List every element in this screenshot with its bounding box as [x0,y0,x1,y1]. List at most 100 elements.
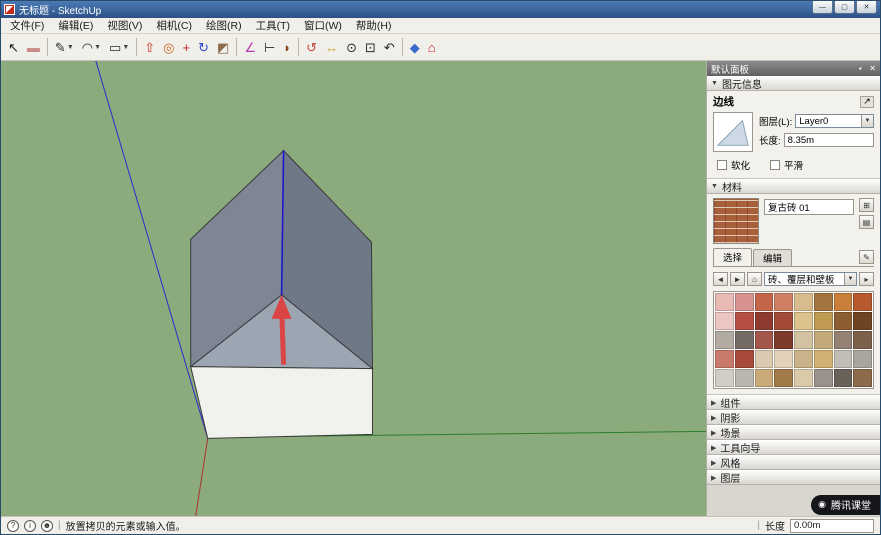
tray-header[interactable]: 默认面板 ▪ ✕ [707,61,880,76]
push-pull-tool[interactable]: ⇧ [141,36,158,58]
maximize-button[interactable]: ▢ [834,1,855,14]
panel-section-组件[interactable]: ▶ 组件 [707,395,880,410]
tab-edit[interactable]: 编辑 [753,249,793,266]
user-icon[interactable]: ☻ [41,519,53,532]
menu-item-3[interactable]: 视图(V) [100,17,149,34]
material-swatch-36[interactable] [774,369,793,387]
pan-tool[interactable]: ↔ [322,36,341,58]
offset-tool[interactable]: ◎ [160,36,177,58]
smooth-checkbox-box[interactable] [770,160,781,170]
panel-section-风格[interactable]: ▶ 风格 [707,455,880,470]
arc-dropdown-arrow[interactable]: ▼ [94,44,101,51]
rectangle-tool[interactable]: ▭ ▼ [106,36,132,58]
material-swatch-24[interactable] [853,331,872,349]
help-icon[interactable]: ? [7,519,19,532]
menu-item-8[interactable]: 帮助(H) [349,17,399,34]
back-button[interactable]: ◄ [713,272,728,286]
minimize-button[interactable]: — [812,1,833,14]
soften-checkbox[interactable]: 软化 [717,158,750,172]
material-swatch-38[interactable] [813,369,833,387]
sample-paint-button[interactable]: ✎ [859,250,874,264]
panel-section-场景[interactable]: ▶ 场景 [707,425,880,440]
smooth-checkbox[interactable]: 平滑 [770,158,803,172]
measurement-input[interactable]: 0.00m [790,518,874,533]
details-arrow-button[interactable]: ▸ [859,272,874,286]
home-button[interactable]: ⌂ [747,272,762,286]
material-swatch-31[interactable] [833,350,853,368]
dropdown-arrow-icon[interactable]: ▼ [844,273,856,285]
material-swatch-35[interactable] [754,369,774,387]
panel-section-图层[interactable]: ▶ 图层 [707,470,880,485]
tape-measure-tool[interactable]: ∠ [241,36,259,58]
scale-tool[interactable]: ◩ [214,36,232,58]
material-swatch-10[interactable] [734,312,754,330]
menu-item-4[interactable]: 相机(C) [149,17,199,34]
select-tool[interactable]: ↖ [5,36,22,58]
material-swatch-5[interactable] [794,293,813,311]
material-swatch-20[interactable] [774,331,793,349]
menu-item-1[interactable]: 文件(F) [3,17,51,34]
material-swatch-21[interactable] [794,331,813,349]
materials-header[interactable]: ▼ 材料 [707,179,880,194]
material-swatch-19[interactable] [754,331,774,349]
previous-view-tool[interactable]: ↶ [381,36,398,58]
material-swatch-18[interactable] [734,331,754,349]
length-value-field[interactable]: 8.35m [783,133,874,147]
material-swatch-33[interactable] [715,369,734,387]
arc-tool[interactable]: ◠ ▼ [79,36,104,58]
panel-section-工具向导[interactable]: ▶ 工具向导 [707,440,880,455]
material-swatch-26[interactable] [734,350,754,368]
tab-select[interactable]: 选择 [713,248,753,266]
close-button[interactable]: ✕ [856,1,877,14]
material-swatch-32[interactable] [853,350,872,368]
orbit-tool[interactable]: ↺ [303,36,320,58]
material-swatch-25[interactable] [715,350,734,368]
material-swatch-4[interactable] [774,293,793,311]
material-swatch-16[interactable] [853,312,872,330]
material-swatch-17[interactable] [715,331,734,349]
viewport-3d[interactable] [1,61,706,516]
material-swatch-34[interactable] [734,369,754,387]
move-tool[interactable]: + [180,36,194,58]
zoom-extents-tool[interactable]: ⊡ [362,36,379,58]
material-swatch-11[interactable] [754,312,774,330]
material-swatch-14[interactable] [813,312,833,330]
tray-close-icon[interactable]: ✕ [869,64,876,73]
model-info-tool[interactable]: ◆ [407,36,423,58]
dropdown-arrow-icon[interactable]: ▼ [861,115,873,127]
house-front-wall-face[interactable] [190,366,373,439]
menu-item-2[interactable]: 编辑(E) [51,17,100,34]
material-swatch-40[interactable] [853,369,872,387]
dimension-tool[interactable]: ⊢ [261,36,278,58]
material-swatch-9[interactable] [715,312,734,330]
info-icon[interactable]: i [24,519,36,532]
material-name-field[interactable]: 复古砖 01 [764,199,854,215]
zoom-tool[interactable]: ⊙ [343,36,360,58]
menu-item-7[interactable]: 窗口(W) [297,17,349,34]
entity-info-header[interactable]: ▼ 图元信息 [707,76,880,91]
material-swatch-13[interactable] [794,312,813,330]
material-category-select[interactable]: 砖、覆层和壁板 ▼ [764,272,857,286]
material-swatch-28[interactable] [774,350,793,368]
material-swatch-29[interactable] [794,350,813,368]
secondary-pane-button[interactable]: ▤ [859,215,874,229]
layer-select[interactable]: Layer0 ▼ [795,114,874,128]
forward-button[interactable]: ► [730,272,745,286]
material-swatch-12[interactable] [774,312,793,330]
line-dropdown-arrow[interactable]: ▼ [67,44,74,51]
material-swatch-22[interactable] [813,331,833,349]
menu-item-5[interactable]: 绘图(R) [199,17,249,34]
eraser-tool[interactable]: ▬ [24,36,43,58]
soften-checkbox-box[interactable] [717,160,727,170]
material-swatch-7[interactable] [833,293,853,311]
tray-pin-icon[interactable]: ▪ [859,64,862,73]
rectangle-dropdown-arrow[interactable]: ▼ [122,44,129,51]
material-swatch-37[interactable] [794,369,813,387]
material-swatch-1[interactable] [715,293,734,311]
material-swatch-2[interactable] [734,293,754,311]
get-models-tool[interactable]: ⌂ [425,36,439,58]
title-bar[interactable]: 无标题 - SketchUp — ▢ ✕ [1,1,880,18]
material-swatch-23[interactable] [833,331,853,349]
panel-section-阴影[interactable]: ▶ 阴影 [707,410,880,425]
rotate-tool[interactable]: ↻ [195,36,212,58]
